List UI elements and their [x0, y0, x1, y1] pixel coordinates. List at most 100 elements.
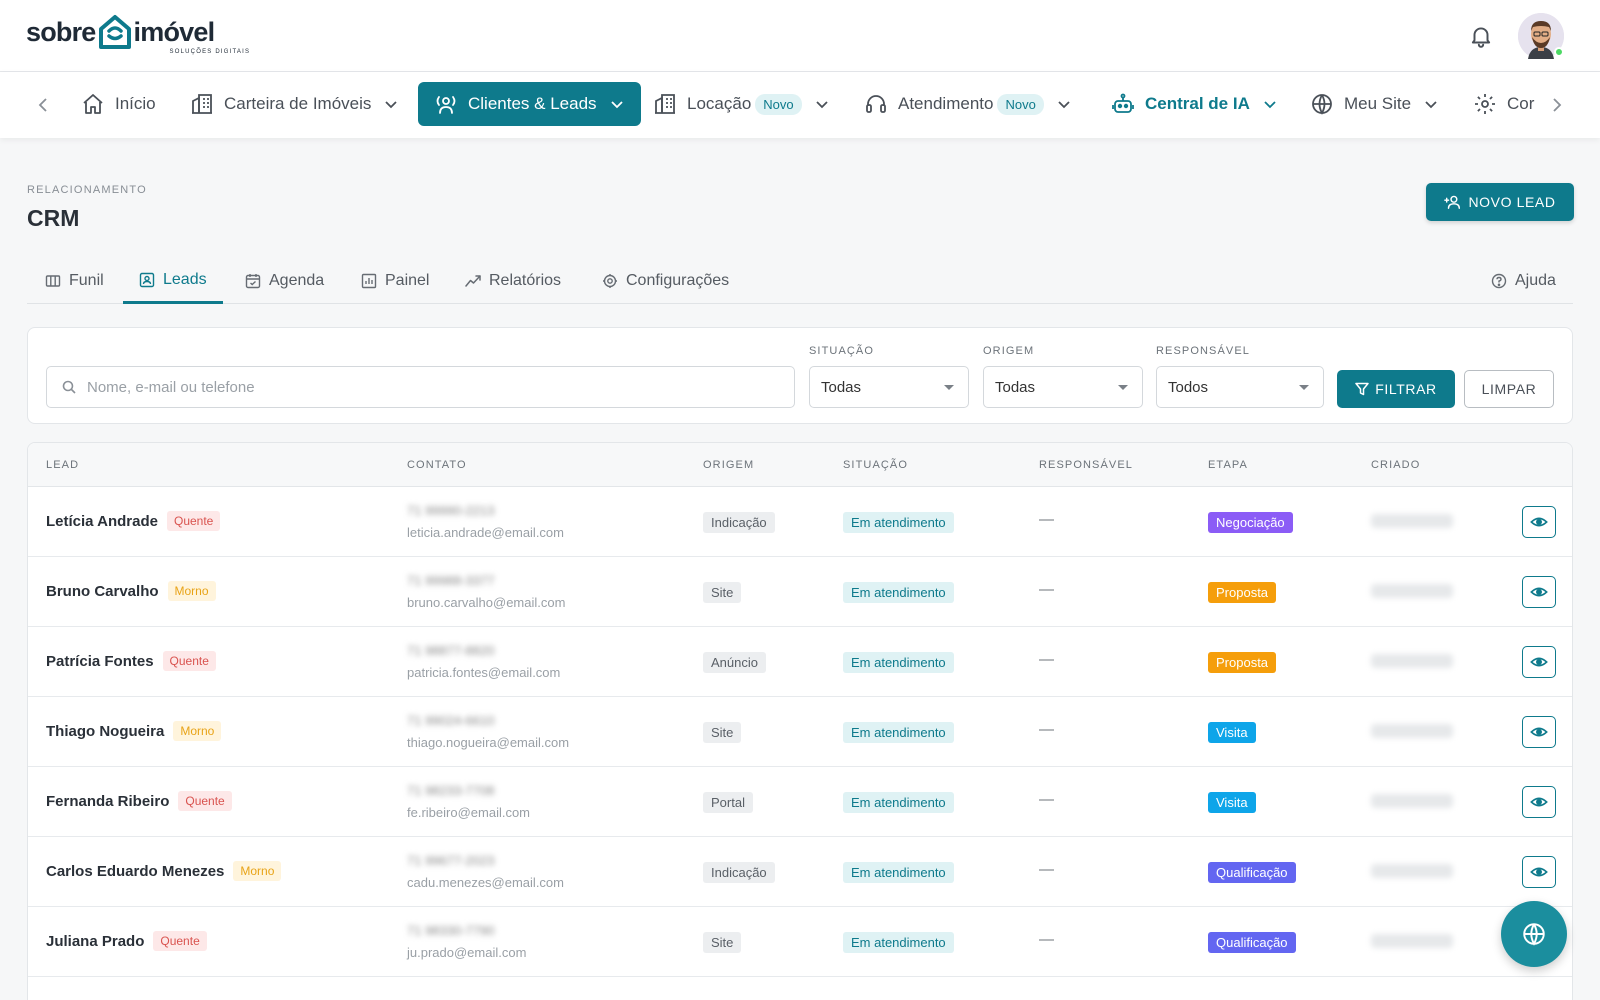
- lead-name[interactable]: Thiago Nogueira Morno: [46, 721, 222, 741]
- eye-icon: [1530, 867, 1548, 877]
- user-avatar[interactable]: [1518, 13, 1564, 59]
- lead-name[interactable]: Letícia Andrade Quente: [46, 511, 221, 531]
- lead-name[interactable]: Patrícia Fontes Quente: [46, 651, 216, 671]
- bell-icon[interactable]: [1468, 22, 1494, 50]
- tab-leads[interactable]: Leads: [123, 258, 223, 304]
- gear-icon: [603, 274, 617, 288]
- contact-phone: 71 99988-3377: [407, 573, 495, 588]
- stage-badge: Proposta: [1208, 652, 1277, 673]
- eye-icon: [1530, 657, 1548, 667]
- nav-config-truncated[interactable]: Cor: [1473, 82, 1534, 126]
- view-lead-button[interactable]: [1522, 506, 1556, 538]
- new-badge: Novo: [755, 93, 802, 115]
- view-lead-button[interactable]: [1522, 786, 1556, 818]
- new-lead-button[interactable]: NOVO LEAD: [1426, 183, 1574, 221]
- view-lead-button[interactable]: [1522, 856, 1556, 888]
- table-row[interactable]: Thiago Nogueira Morno 71 99024-6610 thiago.…: [28, 697, 1572, 767]
- tab-painel[interactable]: Painel: [361, 258, 429, 304]
- floating-site-button[interactable]: [1501, 901, 1567, 967]
- responsavel-select[interactable]: Todos: [1156, 366, 1324, 408]
- table-row[interactable]: Patrícia Fontes Quente 71 98877-8820 patric…: [28, 627, 1572, 697]
- created-date-blurred: [1371, 864, 1453, 878]
- view-lead-button[interactable]: [1522, 576, 1556, 608]
- headset-icon: [866, 95, 886, 113]
- table-row[interactable]: Letícia Andrade Quente 71 99990-2213 letici…: [28, 487, 1572, 557]
- lead-name[interactable]: Carlos Eduardo Menezes Morno: [46, 861, 282, 881]
- lead-name-text: Thiago Nogueira: [46, 722, 165, 740]
- origin-tag: Site: [703, 582, 742, 603]
- stage-badge: Qualificação: [1208, 862, 1296, 883]
- chevron-down-icon: [610, 101, 623, 109]
- contact-phone: 71 98877-8820: [407, 643, 495, 658]
- filter-button[interactable]: FILTRAR: [1337, 370, 1455, 408]
- table-row[interactable]: Fernanda Ribeiro Quente 71 98233-7708 fe.ri…: [28, 767, 1572, 837]
- created-date-blurred: [1371, 514, 1453, 528]
- lead-name[interactable]: Fernanda Ribeiro Quente: [46, 791, 232, 811]
- th-situacao: SITUAÇÃO: [843, 459, 909, 471]
- tab-relatorios[interactable]: Relatórios: [465, 258, 561, 304]
- responsible-value: —: [1039, 791, 1054, 808]
- chevron-down-icon: [816, 101, 828, 109]
- th-criado: CRIADO: [1371, 459, 1421, 471]
- nav-clientes-label: Clientes & Leads: [468, 94, 597, 113]
- eye-icon: [1530, 797, 1548, 807]
- help-label: Ajuda: [1515, 272, 1556, 289]
- temperature-badge: Quente: [166, 511, 221, 531]
- help-link[interactable]: Ajuda: [1491, 258, 1556, 304]
- nav-inicio[interactable]: Início: [81, 82, 156, 126]
- nav-atendimento[interactable]: Atendimento Novo: [864, 82, 1072, 126]
- nav-locacao[interactable]: Locação Novo: [653, 82, 830, 126]
- clear-button[interactable]: LIMPAR: [1464, 370, 1554, 408]
- new-badge: Novo: [997, 93, 1044, 115]
- nav-clientes-leads[interactable]: Clientes & Leads: [418, 82, 641, 126]
- building-icon: [655, 94, 675, 114]
- situacao-select[interactable]: Todas: [809, 366, 969, 408]
- lead-name[interactable]: Juliana Prado Quente: [46, 931, 207, 951]
- responsible-value: —: [1039, 721, 1054, 738]
- responsible-value: —: [1039, 651, 1054, 668]
- nav-meu-site-label: Meu Site: [1344, 94, 1412, 113]
- origin-tag: Indicação: [703, 512, 775, 533]
- created-date-blurred: [1371, 724, 1453, 738]
- funnel-icon: [1355, 382, 1369, 396]
- table-row[interactable]: Bruno Carvalho Morno 71 99988-3377 bruno.ca…: [28, 557, 1572, 627]
- table-row-partial: [28, 977, 1572, 1000]
- main-nav: Início Carteira de Imóveis Clientes & Le…: [0, 72, 1600, 138]
- view-lead-button[interactable]: [1522, 646, 1556, 678]
- tab-agenda[interactable]: Agenda: [245, 258, 324, 304]
- search-box[interactable]: [46, 366, 795, 408]
- status-badge: Em atendimento: [843, 652, 954, 673]
- brand-logo[interactable]: sobre imóvel SOLUÇÕES DIGITAIS: [26, 14, 249, 60]
- table-header: LEAD CONTATO ORIGEM SITUAÇÃO RESPONSÁVEL…: [28, 443, 1572, 487]
- nav-meu-site[interactable]: Meu Site: [1310, 82, 1439, 126]
- crm-tabs: Funil Leads Agenda Painel Relatórios Con…: [27, 258, 1573, 304]
- lead-name-text: Letícia Andrade: [46, 512, 158, 530]
- status-badge: Em atendimento: [843, 722, 954, 743]
- lead-name-text: Bruno Carvalho: [46, 582, 159, 600]
- lead-name[interactable]: Bruno Carvalho Morno: [46, 581, 216, 601]
- tab-painel-label: Painel: [385, 272, 430, 289]
- view-lead-button[interactable]: [1522, 716, 1556, 748]
- tab-funil[interactable]: Funil: [45, 258, 104, 304]
- contact-phone: 71 98233-7708: [407, 783, 495, 798]
- table-row[interactable]: Juliana Prado Quente 71 98330-7790 ju.prado…: [28, 907, 1572, 977]
- contact-email: thiago.nogueira@email.com: [407, 735, 570, 750]
- nav-central-ia[interactable]: Central de IA: [1111, 82, 1278, 126]
- chevron-left-icon[interactable]: [34, 95, 54, 115]
- situacao-value: Todas: [821, 378, 862, 396]
- search-input[interactable]: [87, 378, 767, 396]
- lead-name-text: Patrícia Fontes: [46, 652, 154, 670]
- origin-tag: Indicação: [703, 862, 775, 883]
- contact-email: fe.ribeiro@email.com: [407, 805, 531, 820]
- tab-configuracoes[interactable]: Configurações: [602, 258, 729, 304]
- chevron-down-icon: [1058, 101, 1070, 109]
- nav-carteira-imoveis[interactable]: Carteira de Imóveis: [190, 82, 399, 126]
- temperature-badge: Quente: [178, 791, 232, 811]
- situacao-label: SITUAÇÃO: [809, 345, 875, 357]
- chevron-right-icon[interactable]: [1546, 95, 1566, 115]
- origem-select[interactable]: Todas: [983, 366, 1143, 408]
- status-badge: Em atendimento: [843, 512, 954, 533]
- calendar-icon: [245, 274, 261, 289]
- responsible-value: —: [1039, 931, 1054, 948]
- table-row[interactable]: Carlos Eduardo Menezes Morno 71 99677-2023…: [28, 837, 1572, 907]
